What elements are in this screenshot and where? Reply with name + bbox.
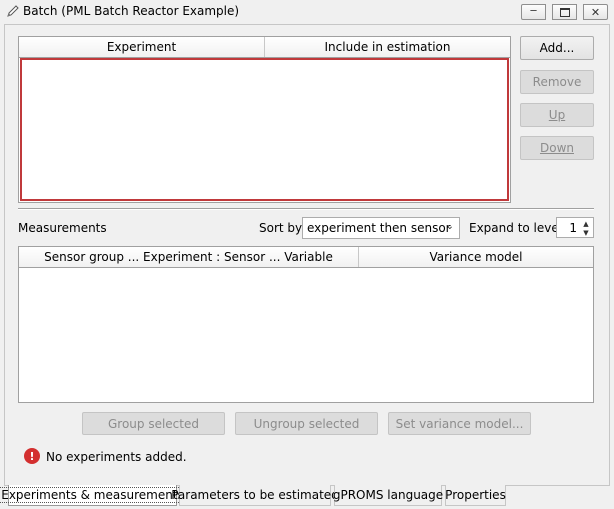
column-header-include-in-estimation[interactable]: Include in estimation bbox=[265, 37, 510, 57]
tab-label: Experiments & measurements bbox=[0, 487, 187, 503]
measurements-table[interactable]: Sensor group ... Experiment : Sensor ...… bbox=[18, 246, 594, 403]
close-button[interactable]: ✕ bbox=[583, 4, 608, 20]
ungroup-selected-button[interactable]: Ungroup selected bbox=[235, 412, 378, 435]
maximize-icon bbox=[559, 7, 570, 17]
set-variance-model-button[interactable]: Set variance model... bbox=[388, 412, 531, 435]
group-selected-label: Group selected bbox=[107, 416, 199, 431]
remove-experiment-button[interactable]: Remove bbox=[520, 70, 594, 94]
tab-gproms-language[interactable]: gPROMS language bbox=[332, 485, 444, 506]
maximize-button[interactable] bbox=[552, 4, 577, 20]
tab-label: Parameters to be estimated bbox=[171, 488, 339, 502]
status-message: No experiments added. bbox=[46, 450, 187, 464]
close-icon: ✕ bbox=[590, 5, 601, 19]
move-up-button[interactable]: Up bbox=[520, 103, 594, 127]
set-variance-model-label: Set variance model... bbox=[395, 416, 524, 431]
expand-level-spinner[interactable]: 1 ▲ ▼ bbox=[556, 217, 594, 238]
chevron-down-icon: ⌄ bbox=[445, 221, 454, 232]
tab-experiments-measurements[interactable]: Experiments & measurements bbox=[0, 485, 187, 506]
add-button-label: Add... bbox=[539, 41, 575, 55]
column-header-experiment[interactable]: Experiment bbox=[19, 37, 265, 57]
measurements-label: Measurements bbox=[18, 221, 107, 235]
tab-label: Properties bbox=[445, 488, 506, 502]
sort-by-select[interactable]: experiment then sensor ⌄ bbox=[302, 217, 460, 239]
sort-by-label: Sort by: bbox=[259, 221, 306, 235]
remove-button-label: Remove bbox=[532, 75, 582, 89]
column-header-sensor-variable[interactable]: Sensor group ... Experiment : Sensor ...… bbox=[19, 247, 359, 267]
pencil-icon bbox=[6, 4, 20, 18]
minimize-button[interactable]: ─ bbox=[521, 4, 546, 20]
spin-down-icon[interactable]: ▼ bbox=[580, 228, 592, 237]
spin-up-icon[interactable]: ▲ bbox=[580, 219, 592, 228]
move-down-button[interactable]: Down bbox=[520, 136, 594, 160]
tab-label: gPROMS language bbox=[332, 488, 444, 502]
minimize-icon: ─ bbox=[530, 6, 537, 17]
expand-level-value: 1 bbox=[569, 220, 577, 235]
measurements-table-header: Sensor group ... Experiment : Sensor ...… bbox=[19, 247, 593, 268]
experiment-table-header: Experiment Include in estimation bbox=[19, 37, 510, 58]
down-button-label: Down bbox=[539, 141, 574, 155]
expand-level-label: Expand to level: bbox=[469, 221, 567, 235]
up-button-label: Up bbox=[548, 108, 566, 122]
add-experiment-button[interactable]: Add... bbox=[520, 36, 594, 60]
experiment-table[interactable]: Experiment Include in estimation bbox=[18, 36, 511, 203]
section-divider bbox=[18, 208, 594, 210]
tab-parameters-to-be-estimated[interactable]: Parameters to be estimated bbox=[171, 485, 339, 506]
error-icon: ! bbox=[24, 448, 40, 464]
ungroup-selected-label: Ungroup selected bbox=[253, 416, 360, 431]
experiment-list-body[interactable] bbox=[20, 58, 509, 201]
group-selected-button[interactable]: Group selected bbox=[82, 412, 225, 435]
tab-properties[interactable]: Properties bbox=[445, 485, 506, 506]
column-header-variance-model[interactable]: Variance model bbox=[359, 247, 593, 267]
sort-by-value: experiment then sensor bbox=[307, 221, 451, 235]
window-title: Batch (PML Batch Reactor Example) bbox=[23, 4, 240, 18]
